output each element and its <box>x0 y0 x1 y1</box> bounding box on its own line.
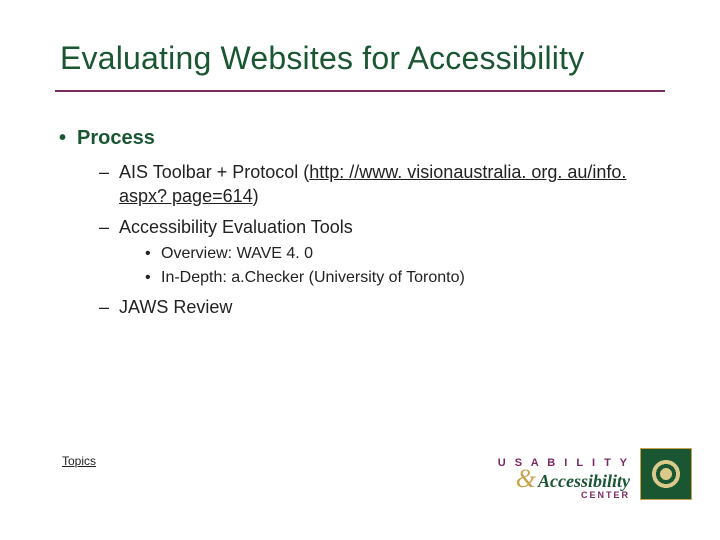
ampersand-icon: & <box>516 469 536 490</box>
title-underline <box>55 90 665 92</box>
topics-link[interactable]: Topics <box>62 454 96 468</box>
bullet-process: Process AIS Toolbar + Protocol (http: //… <box>55 125 665 319</box>
uac-logo: U S A B I L I T Y & Accessibility CENTER <box>498 458 630 500</box>
slide-body: Process AIS Toolbar + Protocol (http: //… <box>55 125 665 329</box>
bullet-overview: Overview: WAVE 4. 0 <box>145 243 665 265</box>
process-heading: Process <box>77 127 155 149</box>
slide: Evaluating Websites for Accessibility Pr… <box>0 0 720 540</box>
seal-icon <box>649 457 683 491</box>
bullet-jaws: JAWS Review <box>99 295 665 319</box>
uac-accessibility-text: Accessibility <box>538 472 630 490</box>
bullet-tools: Accessibility Evaluation Tools Overview:… <box>99 215 665 289</box>
ais-label-post: ) <box>253 186 259 206</box>
slide-title: Evaluating Websites for Accessibility <box>60 40 680 77</box>
bullet-indepth: In-Depth: a.Checker (University of Toron… <box>145 267 665 289</box>
footer-logos: U S A B I L I T Y & Accessibility CENTER <box>498 448 692 500</box>
tools-label: Accessibility Evaluation Tools <box>119 217 353 237</box>
ais-label-pre: AIS Toolbar + Protocol ( <box>119 162 309 182</box>
msu-badge-icon <box>640 448 692 500</box>
bullet-ais: AIS Toolbar + Protocol (http: //www. vis… <box>99 160 665 209</box>
